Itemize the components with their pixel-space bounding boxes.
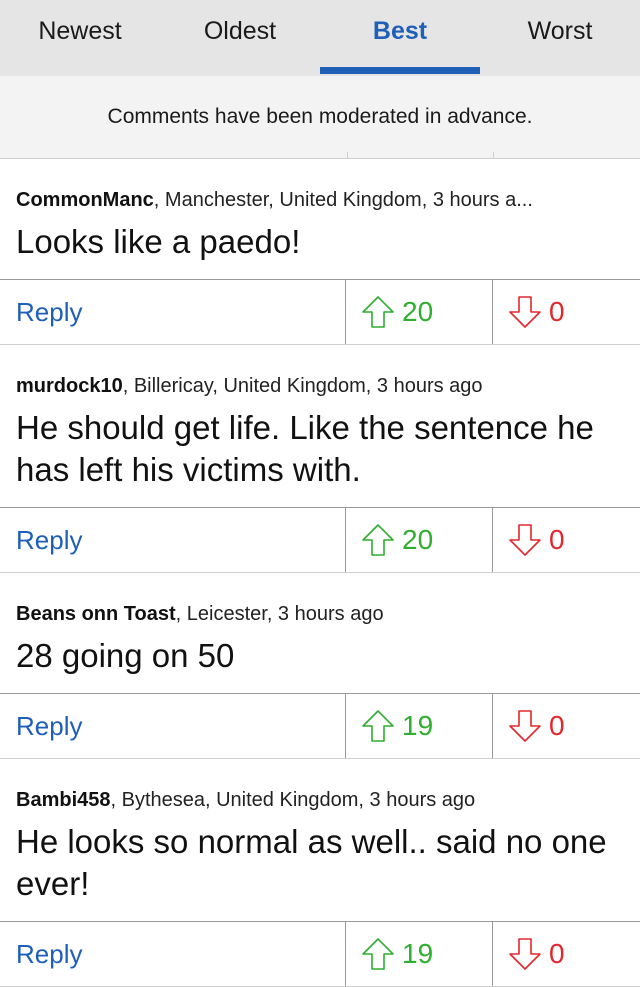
reply-button[interactable]: Reply (0, 280, 346, 344)
downvote-button[interactable]: 0 (493, 280, 640, 344)
reply-button[interactable]: Reply (0, 694, 346, 758)
comment-author[interactable]: Beans onn Toast (16, 603, 176, 625)
comment-text: 28 going on 50 (16, 637, 235, 674)
sort-tabs: Newest Oldest Best Worst (0, 0, 640, 76)
tab-newest[interactable]: Newest (0, 0, 160, 76)
comment-text: Looks like a paedo! (16, 223, 301, 260)
comment-item: Beans onn Toast, Leicester, 3 hours ago … (0, 573, 640, 759)
downvote-count: 0 (549, 710, 565, 741)
tab-worst[interactable]: Worst (480, 0, 640, 76)
comment-text: He should get life. Like the sentence he… (16, 409, 594, 488)
comment-meta: CommonManc, Manchester, United Kingdom, … (0, 159, 640, 213)
comment-meta: Beans onn Toast, Leicester, 3 hours ago (0, 573, 640, 627)
arrow-up-icon (362, 296, 394, 328)
comment-author[interactable]: murdock10 (16, 375, 123, 397)
comment-author[interactable]: CommonManc (16, 189, 154, 211)
comment-actions: Reply 20 0 (0, 507, 640, 572)
upvote-count: 19 (402, 710, 434, 741)
upvote-count: 20 (402, 524, 434, 555)
downvote-count: 0 (549, 524, 565, 555)
upvote-count: 19 (402, 938, 434, 969)
comment-item: murdock10, Billericay, United Kingdom, 3… (0, 345, 640, 573)
arrow-up-icon (362, 938, 394, 970)
comment-location-time: , Bythesea, United Kingdom, 3 hours ago (110, 789, 476, 811)
comment-meta: Bambi458, Bythesea, United Kingdom, 3 ho… (0, 759, 640, 813)
moderation-notice: Comments have been moderated in advance. (0, 76, 640, 159)
downvote-count: 0 (549, 938, 565, 969)
arrow-up-icon (362, 524, 394, 556)
comment-location-time: , Manchester, United Kingdom, 3 hours a.… (153, 189, 533, 211)
divider-ticks (0, 152, 640, 158)
comment-meta: murdock10, Billericay, United Kingdom, 3… (0, 345, 640, 399)
upvote-button[interactable]: 20 (346, 280, 493, 344)
arrow-up-icon (362, 710, 394, 742)
comment-list: CommonManc, Manchester, United Kingdom, … (0, 159, 640, 987)
tab-best[interactable]: Best (320, 0, 480, 76)
arrow-down-icon (509, 524, 541, 556)
comment-location-time: , Billericay, United Kingdom, 3 hours ag… (122, 375, 483, 397)
comment-item: CommonManc, Manchester, United Kingdom, … (0, 159, 640, 345)
arrow-down-icon (509, 710, 541, 742)
upvote-button[interactable]: 19 (346, 922, 493, 986)
reply-button[interactable]: Reply (0, 508, 346, 572)
downvote-button[interactable]: 0 (493, 922, 640, 986)
downvote-button[interactable]: 0 (493, 508, 640, 572)
downvote-button[interactable]: 0 (493, 694, 640, 758)
comment-author[interactable]: Bambi458 (16, 789, 111, 811)
comment-actions: Reply 20 0 (0, 279, 640, 344)
tab-oldest[interactable]: Oldest (160, 0, 320, 76)
upvote-button[interactable]: 20 (346, 508, 493, 572)
comment-location-time: , Leicester, 3 hours ago (175, 603, 384, 625)
comment-text: He looks so normal as well.. said no one… (16, 823, 607, 902)
upvote-button[interactable]: 19 (346, 694, 493, 758)
arrow-down-icon (509, 938, 541, 970)
upvote-count: 20 (402, 296, 434, 327)
comment-actions: Reply 19 0 (0, 693, 640, 758)
reply-button[interactable]: Reply (0, 922, 346, 986)
comment-item: Bambi458, Bythesea, United Kingdom, 3 ho… (0, 759, 640, 987)
arrow-down-icon (509, 296, 541, 328)
downvote-count: 0 (549, 296, 565, 327)
